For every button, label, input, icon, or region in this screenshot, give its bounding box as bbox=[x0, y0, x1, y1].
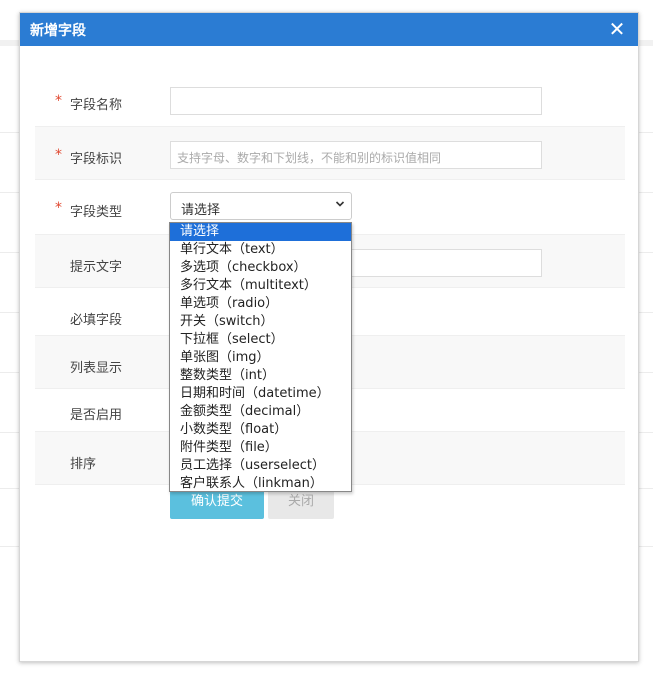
field-type-dropdown: 请选择 单行文本（text） 多选项（checkbox） 多行文本（multit… bbox=[169, 222, 352, 492]
field-name-input[interactable] bbox=[170, 87, 542, 115]
close-icon[interactable]: ✕ bbox=[606, 18, 628, 40]
required-mark: * bbox=[55, 93, 62, 109]
required-field-label: 必填字段 bbox=[70, 313, 123, 328]
dropdown-option[interactable]: 小数类型（float） bbox=[170, 421, 351, 439]
sort-label: 排序 bbox=[70, 457, 97, 472]
dropdown-option[interactable]: 下拉框（select） bbox=[170, 331, 351, 349]
dropdown-option[interactable]: 单行文本（text） bbox=[170, 241, 351, 259]
list-display-label: 列表显示 bbox=[70, 361, 123, 376]
dropdown-option[interactable]: 多行文本（multitext） bbox=[170, 277, 351, 295]
field-name-label: 字段名称 bbox=[70, 98, 123, 113]
dropdown-option[interactable]: 客户联系人（linkman） bbox=[170, 475, 351, 493]
field-type-selected-value: 请选择 bbox=[181, 203, 221, 218]
field-key-label: 字段标识 bbox=[70, 152, 123, 167]
dropdown-option[interactable]: 金额类型（decimal） bbox=[170, 403, 351, 421]
dialog-title: 新增字段 bbox=[30, 23, 86, 39]
hint-text-label: 提示文字 bbox=[70, 260, 123, 275]
form-row-field-name: * 字段名称 bbox=[35, 73, 625, 127]
enabled-label: 是否启用 bbox=[70, 408, 123, 423]
dropdown-option[interactable]: 开关（switch） bbox=[170, 313, 351, 331]
dialog-header: 新增字段 ✕ bbox=[20, 13, 638, 46]
field-key-input[interactable]: 支持字母、数字和下划线，不能和别的标识值相同 bbox=[170, 141, 542, 169]
dropdown-option[interactable]: 单张图（img） bbox=[170, 349, 351, 367]
form-row-field-key: * 字段标识 支持字母、数字和下划线，不能和别的标识值相同 bbox=[35, 126, 625, 180]
field-type-label: 字段类型 bbox=[70, 205, 123, 220]
field-type-select[interactable]: 请选择 bbox=[170, 192, 352, 220]
required-mark: * bbox=[55, 200, 62, 216]
dropdown-option[interactable]: 单选项（radio） bbox=[170, 295, 351, 313]
dropdown-option[interactable]: 整数类型（int） bbox=[170, 367, 351, 385]
dropdown-option[interactable]: 请选择 bbox=[170, 223, 351, 241]
chevron-down-icon bbox=[335, 201, 345, 207]
dropdown-option[interactable]: 附件类型（file） bbox=[170, 439, 351, 457]
dropdown-option[interactable]: 员工选择（userselect） bbox=[170, 457, 351, 475]
required-mark: * bbox=[55, 147, 62, 163]
dropdown-option[interactable]: 多选项（checkbox） bbox=[170, 259, 351, 277]
dropdown-option[interactable]: 日期和时间（datetime） bbox=[170, 385, 351, 403]
